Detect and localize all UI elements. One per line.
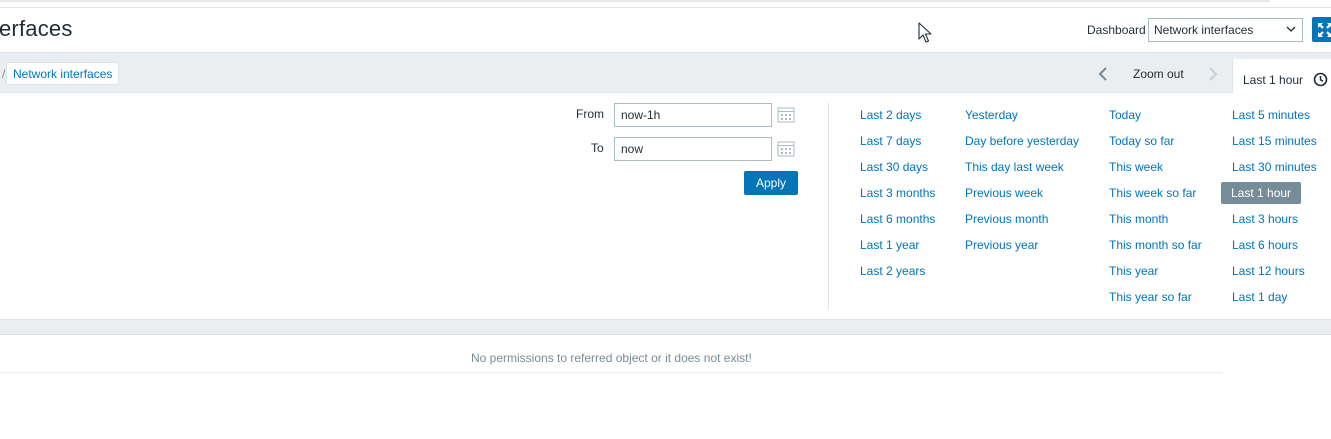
quick-range-link[interactable]: Today [1109, 108, 1141, 122]
quick-range-link[interactable]: Last 15 minutes [1232, 134, 1317, 148]
quick-range-link[interactable]: This day last week [965, 160, 1064, 174]
dashboard-select[interactable]: Network interfaces [1148, 18, 1303, 42]
quick-range-link[interactable]: Previous week [965, 186, 1043, 200]
quick-range-link[interactable]: Last 1 day [1232, 290, 1287, 304]
time-period-label: Last 1 hour [1243, 73, 1304, 87]
quick-range-link[interactable]: Yesterday [965, 108, 1018, 122]
top-strip [0, 0, 1331, 7]
quick-range-link[interactable]: This week so far [1109, 186, 1196, 200]
quick-range-link[interactable]: Day before yesterday [965, 134, 1079, 148]
chevron-down-icon [1286, 26, 1296, 32]
quick-range-link-active[interactable]: Last 1 hour [1221, 182, 1302, 204]
calendar-icon[interactable] [776, 105, 796, 125]
quick-range-link[interactable]: Today so far [1109, 134, 1174, 148]
mouse-cursor-icon [918, 22, 932, 43]
fullscreen-icon [1318, 23, 1331, 37]
section-separator [0, 319, 1331, 335]
time-period-tab[interactable]: Last 1 hour [1232, 59, 1331, 94]
breadcrumb-separator: / [2, 67, 6, 81]
quick-range-link[interactable]: Last 7 days [860, 134, 921, 148]
from-input[interactable] [614, 103, 772, 127]
quick-range-link[interactable]: Last 1 year [860, 238, 919, 252]
quick-range-link[interactable]: Last 3 hours [1232, 212, 1298, 226]
calendar-icon[interactable] [776, 139, 796, 159]
apply-button[interactable]: Apply [744, 171, 798, 195]
filter-bar: / Network interfaces Zoom out Last 1 hou… [0, 53, 1331, 94]
top-divider [0, 7, 1331, 8]
quick-range-link[interactable]: Last 2 years [860, 264, 925, 278]
quick-range-link[interactable]: Last 12 hours [1232, 264, 1305, 278]
quick-range-link[interactable]: This year [1109, 264, 1158, 278]
quick-range-link[interactable]: Previous year [965, 238, 1038, 252]
dashboard-label: Dashboard [1087, 23, 1146, 37]
no-permissions-message: No permissions to referred object or it … [471, 351, 752, 365]
chevron-left-icon[interactable] [1094, 64, 1112, 84]
quick-range-link[interactable]: This week [1109, 160, 1163, 174]
clock-icon [1313, 72, 1328, 87]
quick-range-link[interactable]: Previous month [965, 212, 1048, 226]
to-label: To [591, 141, 604, 155]
quick-range-link[interactable]: This month so far [1109, 238, 1202, 252]
chevron-right-icon[interactable] [1204, 64, 1222, 84]
quick-range-link[interactable]: Last 6 months [860, 212, 935, 226]
panel-divider [828, 103, 829, 309]
page-title: erfaces [0, 16, 73, 41]
quick-range-link[interactable]: This year so far [1109, 290, 1192, 304]
quick-range-link[interactable]: Last 3 months [860, 186, 935, 200]
quick-range-link[interactable]: Last 30 minutes [1232, 160, 1317, 174]
breadcrumb-network-interfaces[interactable]: Network interfaces [6, 62, 120, 85]
quick-range-link[interactable]: Last 2 days [860, 108, 921, 122]
quick-range-link[interactable]: Last 6 hours [1232, 238, 1298, 252]
quick-range-link[interactable]: Last 5 minutes [1232, 108, 1310, 122]
from-label: From [576, 107, 604, 121]
zoom-out-button[interactable]: Zoom out [1133, 67, 1184, 81]
quick-range-link[interactable]: Last 30 days [860, 160, 928, 174]
fullscreen-button[interactable] [1312, 17, 1331, 42]
quick-range-link[interactable]: This month [1109, 212, 1168, 226]
dashboard-select-value: Network interfaces [1154, 23, 1254, 37]
to-input[interactable] [614, 137, 772, 161]
no-data-row: No permissions to referred object or it … [0, 335, 1222, 373]
